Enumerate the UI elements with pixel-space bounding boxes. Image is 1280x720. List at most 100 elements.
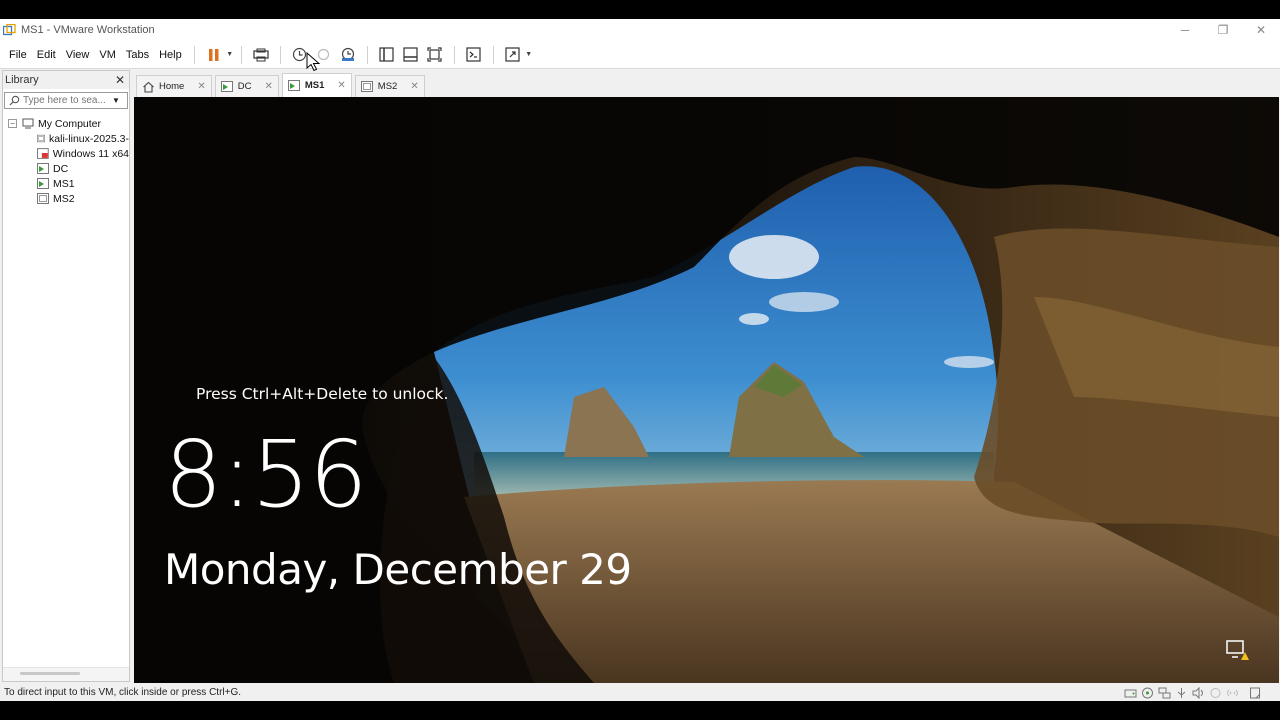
tab-ms1[interactable]: MS1 ✕ [281, 73, 352, 97]
send-ctrl-alt-del-button[interactable] [250, 44, 272, 66]
console-view-icon [466, 47, 481, 62]
sound-icon[interactable] [1192, 686, 1205, 699]
vm-off-icon [37, 134, 46, 143]
library-search-input[interactable] [23, 95, 109, 106]
lockscreen-clock: 8:56 [164, 421, 368, 528]
mouse-cursor-icon [306, 52, 320, 72]
tab-close-icon[interactable]: ✕ [410, 81, 418, 92]
vm-running-icon [37, 163, 49, 174]
toolbar-separator [492, 45, 494, 64]
menu-help[interactable]: Help [154, 49, 187, 61]
close-window-button[interactable]: ✕ [1242, 19, 1280, 41]
toolbar-separator [366, 45, 368, 64]
tree-item-dc[interactable]: DC [3, 161, 129, 176]
pause-icon [208, 48, 219, 61]
search-dropdown-icon[interactable]: ▼ [109, 96, 123, 105]
library-horizontal-scrollbar[interactable] [20, 672, 80, 675]
tab-close-icon[interactable]: ✕ [197, 81, 205, 92]
screen-bottom-border [0, 701, 1280, 720]
snapshot-icon [293, 47, 307, 62]
power-dropdown-icon[interactable]: ▼ [226, 44, 234, 66]
tab-label: DC [237, 81, 252, 92]
cd-dvd-icon[interactable] [1141, 687, 1154, 699]
menu-edit[interactable]: Edit [32, 49, 61, 61]
lockscreen-date: Monday, December 29 [164, 545, 632, 594]
full-screen-button[interactable] [424, 44, 446, 66]
tab-ms2[interactable]: MS2 ✕ [354, 75, 425, 97]
vmware-window: MS1 - VMware Workstation ─ ❐ ✕ File Edit… [0, 19, 1280, 701]
restore-button[interactable]: ❐ [1204, 19, 1242, 41]
vmware-app-icon [3, 23, 16, 35]
vm-running-icon [287, 79, 300, 91]
vm-tabs: Home ✕ DC ✕ MS1 ✕ MS2 ✕ [133, 70, 1280, 97]
toolbar-separator [240, 45, 242, 64]
tree-root-label: My Computer [38, 117, 102, 130]
tree-item-label: Windows 11 x64 [52, 147, 129, 160]
tab-close-icon[interactable]: ✕ [264, 81, 272, 92]
tab-home[interactable]: Home ✕ [136, 75, 212, 97]
home-icon [143, 81, 154, 93]
stretch-guest-icon [505, 47, 520, 62]
window-controls: ─ ❐ ✕ [1166, 19, 1280, 41]
show-library-button[interactable] [376, 44, 398, 66]
tab-label: MS2 [377, 81, 398, 92]
pause-button[interactable] [203, 44, 225, 66]
network-warning-icon [1226, 640, 1249, 660]
menu-tabs[interactable]: Tabs [121, 49, 154, 61]
network-adapter-icon[interactable] [1158, 687, 1171, 699]
thumbnail-bar-button[interactable] [400, 44, 422, 66]
tab-label: Home [159, 81, 185, 92]
vm-off-icon [360, 80, 373, 92]
show-library-icon [379, 47, 394, 62]
tab-dc[interactable]: DC ✕ [214, 75, 279, 97]
usb-icon[interactable] [1175, 687, 1188, 699]
printer-icon[interactable] [1209, 687, 1222, 699]
toolbar-separator [453, 45, 455, 64]
tree-item-label: DC [53, 162, 69, 175]
menu-vm[interactable]: VM [94, 49, 121, 61]
status-bar: To direct input to this VM, click inside… [0, 684, 1280, 701]
minimize-button[interactable]: ─ [1166, 19, 1204, 41]
collapse-icon[interactable]: − [8, 119, 17, 128]
display-icon[interactable] [1226, 687, 1239, 699]
stretch-dropdown-icon[interactable]: ▼ [525, 44, 533, 66]
tree-item-label: MS2 [53, 192, 75, 205]
stretch-guest-button[interactable] [502, 44, 524, 66]
vm-console-screen[interactable]: Press Ctrl+Alt+Delete to unlock. 8:56 Mo… [134, 97, 1279, 683]
console-view-button[interactable] [463, 44, 485, 66]
device-status-icons [1120, 684, 1262, 701]
tab-label: MS1 [304, 80, 325, 91]
library-panel: Library ✕ ▼ − My Computer kali-linu [2, 70, 130, 682]
toolbar-separator [279, 45, 281, 64]
snapshot-manager-button[interactable] [337, 44, 359, 66]
message-log-icon[interactable] [1249, 687, 1262, 699]
menu-toolbar: File Edit View VM Tabs Help ▼ ▼ [0, 41, 1280, 69]
snapshot-manager-icon [341, 47, 354, 61]
thumbnail-bar-icon [403, 47, 418, 62]
tree-item-label: kali-linux-2025.3- [49, 132, 129, 145]
library-search-box: ▼ [4, 92, 128, 109]
tree-root-my-computer[interactable]: − My Computer [3, 116, 129, 131]
tree-item-windows-11[interactable]: Windows 11 x64 [3, 146, 129, 161]
window-title: MS1 - VMware Workstation [21, 24, 155, 36]
vm-off-icon [37, 193, 49, 204]
title-bar: MS1 - VMware Workstation ─ ❐ ✕ [0, 19, 1280, 41]
menu-file[interactable]: File [4, 49, 32, 61]
vm-running-icon [220, 80, 233, 92]
vm-running-icon [37, 178, 49, 189]
library-close-icon[interactable]: ✕ [115, 73, 125, 87]
library-title: Library [5, 74, 39, 86]
tree-item-ms2[interactable]: MS2 [3, 191, 129, 206]
status-text: To direct input to this VM, click inside… [4, 687, 242, 698]
menu-view[interactable]: View [61, 49, 95, 61]
search-icon [5, 95, 23, 106]
library-header: Library ✕ [3, 71, 129, 89]
tree-item-kali[interactable]: kali-linux-2025.3- [3, 131, 129, 146]
tree-item-ms1[interactable]: MS1 [3, 176, 129, 191]
send-ctrl-alt-del-icon [253, 48, 269, 61]
lockscreen-hint: Press Ctrl+Alt+Delete to unlock. [196, 385, 449, 403]
vm-tree: − My Computer kali-linux-2025.3- Windows… [3, 116, 129, 206]
tab-close-icon[interactable]: ✕ [337, 80, 345, 91]
computer-icon [22, 118, 34, 129]
hard-disk-icon[interactable] [1124, 687, 1137, 699]
